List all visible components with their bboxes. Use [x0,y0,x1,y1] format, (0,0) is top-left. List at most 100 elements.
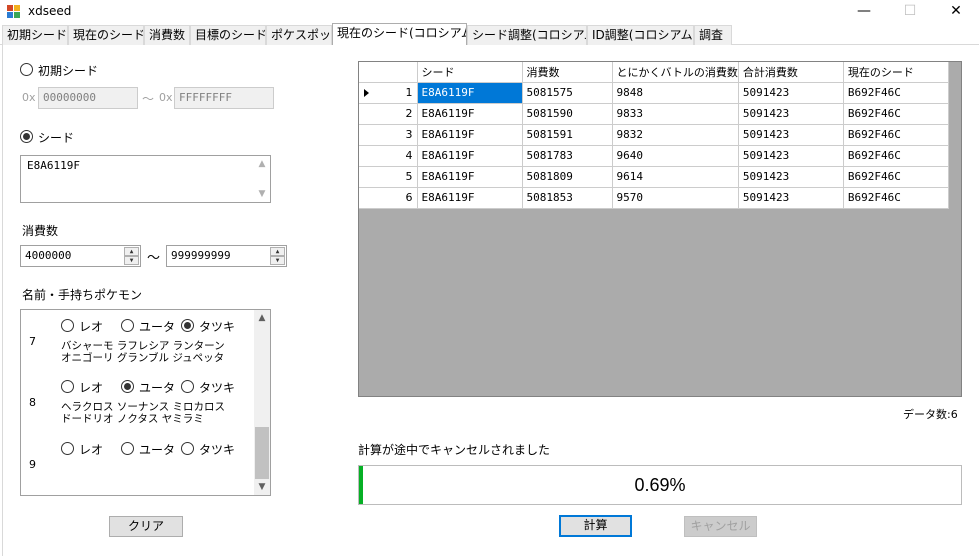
cell-battle-consumption[interactable]: 9832 [612,124,739,146]
cell-total-consumption[interactable]: 5091423 [738,145,844,167]
cell-seed[interactable]: E8A6119F [417,145,523,167]
cell-seed[interactable]: E8A6119F [417,166,523,188]
clear-button[interactable]: クリア [109,516,183,537]
cell-current-seed[interactable]: B692F46C [843,82,949,104]
scroll-down-icon[interactable]: ▼ [254,479,270,495]
calculate-button[interactable]: 計算 [559,515,632,537]
group7-leo-radio[interactable] [61,319,74,332]
cell-seed[interactable]: E8A6119F [417,187,523,209]
tab-target-seed[interactable]: 目標のシード [190,25,266,45]
tab-research[interactable]: 調査 [694,25,732,45]
close-button[interactable]: ✕ [933,0,979,24]
group8-yuta-radio[interactable] [121,380,134,393]
row-header[interactable]: 4 [359,145,418,167]
results-grid[interactable]: シード 消費数 とにかくバトルの消費数 合計消費数 現在のシード 1 E8A61… [358,61,962,397]
table-row[interactable]: 2 E8A6119F 5081590 9833 5091423 B692F46C [359,103,949,125]
table-row[interactable]: 4 E8A6119F 5081783 9640 5091423 B692F46C [359,145,949,167]
consumption-min-value: 4000000 [25,249,72,262]
seed-textarea[interactable]: E8A6119F ▲ ▼ [20,155,271,203]
cell-total-consumption[interactable]: 5091423 [738,124,844,146]
cell-current-seed[interactable]: B692F46C [843,103,949,125]
seed-scrollbar[interactable]: ▲ ▼ [254,156,270,202]
cell-seed[interactable]: E8A6119F [417,103,523,125]
cell-total-consumption[interactable]: 5091423 [738,82,844,104]
initial-seed-to-input[interactable]: FFFFFFFF [174,87,274,109]
cell-battle-consumption[interactable]: 9570 [612,187,739,209]
cell-current-seed[interactable]: B692F46C [843,166,949,188]
tab-consumption[interactable]: 消費数 [144,25,190,45]
party-scrollbar[interactable]: ▲ ▼ [254,310,270,495]
spin-down-icon[interactable]: ▼ [270,256,285,265]
group9-tatsuki-radio[interactable] [181,442,194,455]
progress-bar: 0.69% [358,465,962,505]
spin-up-icon[interactable]: ▲ [124,247,139,256]
cell-total-consumption[interactable]: 5091423 [738,166,844,188]
cell-seed[interactable]: E8A6119F [417,124,523,146]
consumption-min-input[interactable]: 4000000 ▲ ▼ [20,245,141,267]
tab-id-adjust-colosseum[interactable]: ID調整(コロシアム) [587,25,694,45]
consumption-min-spinner[interactable]: ▲ ▼ [124,247,139,265]
consumption-max-input[interactable]: 999999999 ▲ ▼ [166,245,287,267]
group7-yuta-label: ユータ [139,320,176,334]
scroll-up-icon[interactable]: ▲ [254,310,270,326]
tab-seed-adjust-colosseum[interactable]: シード調整(コロシアム) [467,25,587,45]
table-row[interactable]: 1 E8A6119F 5081575 9848 5091423 B692F46C [359,82,949,104]
spin-down-icon[interactable]: ▼ [124,256,139,265]
cell-consumption[interactable]: 5081853 [522,187,613,209]
party-list[interactable]: レオ ユータ タツキ 7 バシャーモ ラフレシア ランターン オニゴーリ グラン… [20,309,271,496]
scroll-thumb[interactable] [255,427,269,479]
group8-tatsuki-radio[interactable] [181,380,194,393]
table-row[interactable]: 6 E8A6119F 5081853 9570 5091423 B692F46C [359,187,949,209]
table-row[interactable]: 3 E8A6119F 5081591 9832 5091423 B692F46C [359,124,949,146]
cell-total-consumption[interactable]: 5091423 [738,103,844,125]
group8-leo-radio[interactable] [61,380,74,393]
group9-leo-radio[interactable] [61,442,74,455]
row-header[interactable]: 3 [359,124,418,146]
column-header-current-seed[interactable]: 現在のシード [843,62,949,83]
group8-number: 8 [29,396,36,409]
table-row[interactable]: 5 E8A6119F 5081809 9614 5091423 B692F46C [359,166,949,188]
tab-current-seed[interactable]: 現在のシード [68,25,144,45]
cell-total-consumption[interactable]: 5091423 [738,187,844,209]
column-header-seed[interactable]: シード [417,62,523,83]
column-header-consumption[interactable]: 消費数 [522,62,613,83]
cell-consumption[interactable]: 5081809 [522,166,613,188]
column-header-total-consumption[interactable]: 合計消費数 [738,62,844,83]
cell-current-seed[interactable]: B692F46C [843,124,949,146]
cell-battle-consumption[interactable]: 9640 [612,145,739,167]
cell-consumption[interactable]: 5081590 [522,103,613,125]
tab-strip: 初期シード 現在のシード 消費数 目標のシード ポケスポット 現在のシード(コロ… [0,23,979,46]
row-number: 3 [405,128,413,141]
row-header[interactable]: 6 [359,187,418,209]
spin-up-icon[interactable]: ▲ [270,247,285,256]
seed-radio[interactable] [20,130,33,143]
cell-consumption[interactable]: 5081575 [522,82,613,104]
cell-seed[interactable]: E8A6119F [417,82,523,104]
cell-consumption[interactable]: 5081783 [522,145,613,167]
initial-seed-radio[interactable] [20,63,33,76]
cell-battle-consumption[interactable]: 9614 [612,166,739,188]
scroll-down-icon[interactable]: ▼ [254,186,270,202]
row-header[interactable]: 1 [359,82,418,104]
cell-battle-consumption[interactable]: 9848 [612,82,739,104]
group7-tatsuki-radio[interactable] [181,319,194,332]
corner-header[interactable] [359,62,418,83]
minimize-button[interactable]: — [841,0,887,24]
cell-consumption[interactable]: 5081591 [522,124,613,146]
cell-current-seed[interactable]: B692F46C [843,187,949,209]
column-header-battle-consumption[interactable]: とにかくバトルの消費数 [612,62,739,83]
row-header[interactable]: 2 [359,103,418,125]
initial-seed-from-input[interactable]: 00000000 [38,87,138,109]
consumption-max-spinner[interactable]: ▲ ▼ [270,247,285,265]
group7-yuta-radio[interactable] [121,319,134,332]
maximize-button[interactable]: ☐ [887,0,933,24]
cancel-button[interactable]: キャンセル [684,516,757,537]
group9-yuta-radio[interactable] [121,442,134,455]
cell-current-seed[interactable]: B692F46C [843,145,949,167]
tab-pokespot[interactable]: ポケスポット [266,25,332,45]
cell-battle-consumption[interactable]: 9833 [612,103,739,125]
tab-current-seed-colosseum[interactable]: 現在のシード(コロシアム) [332,23,467,46]
tab-initial-seed[interactable]: 初期シード [2,25,68,45]
scroll-up-icon[interactable]: ▲ [254,156,270,172]
row-header[interactable]: 5 [359,166,418,188]
